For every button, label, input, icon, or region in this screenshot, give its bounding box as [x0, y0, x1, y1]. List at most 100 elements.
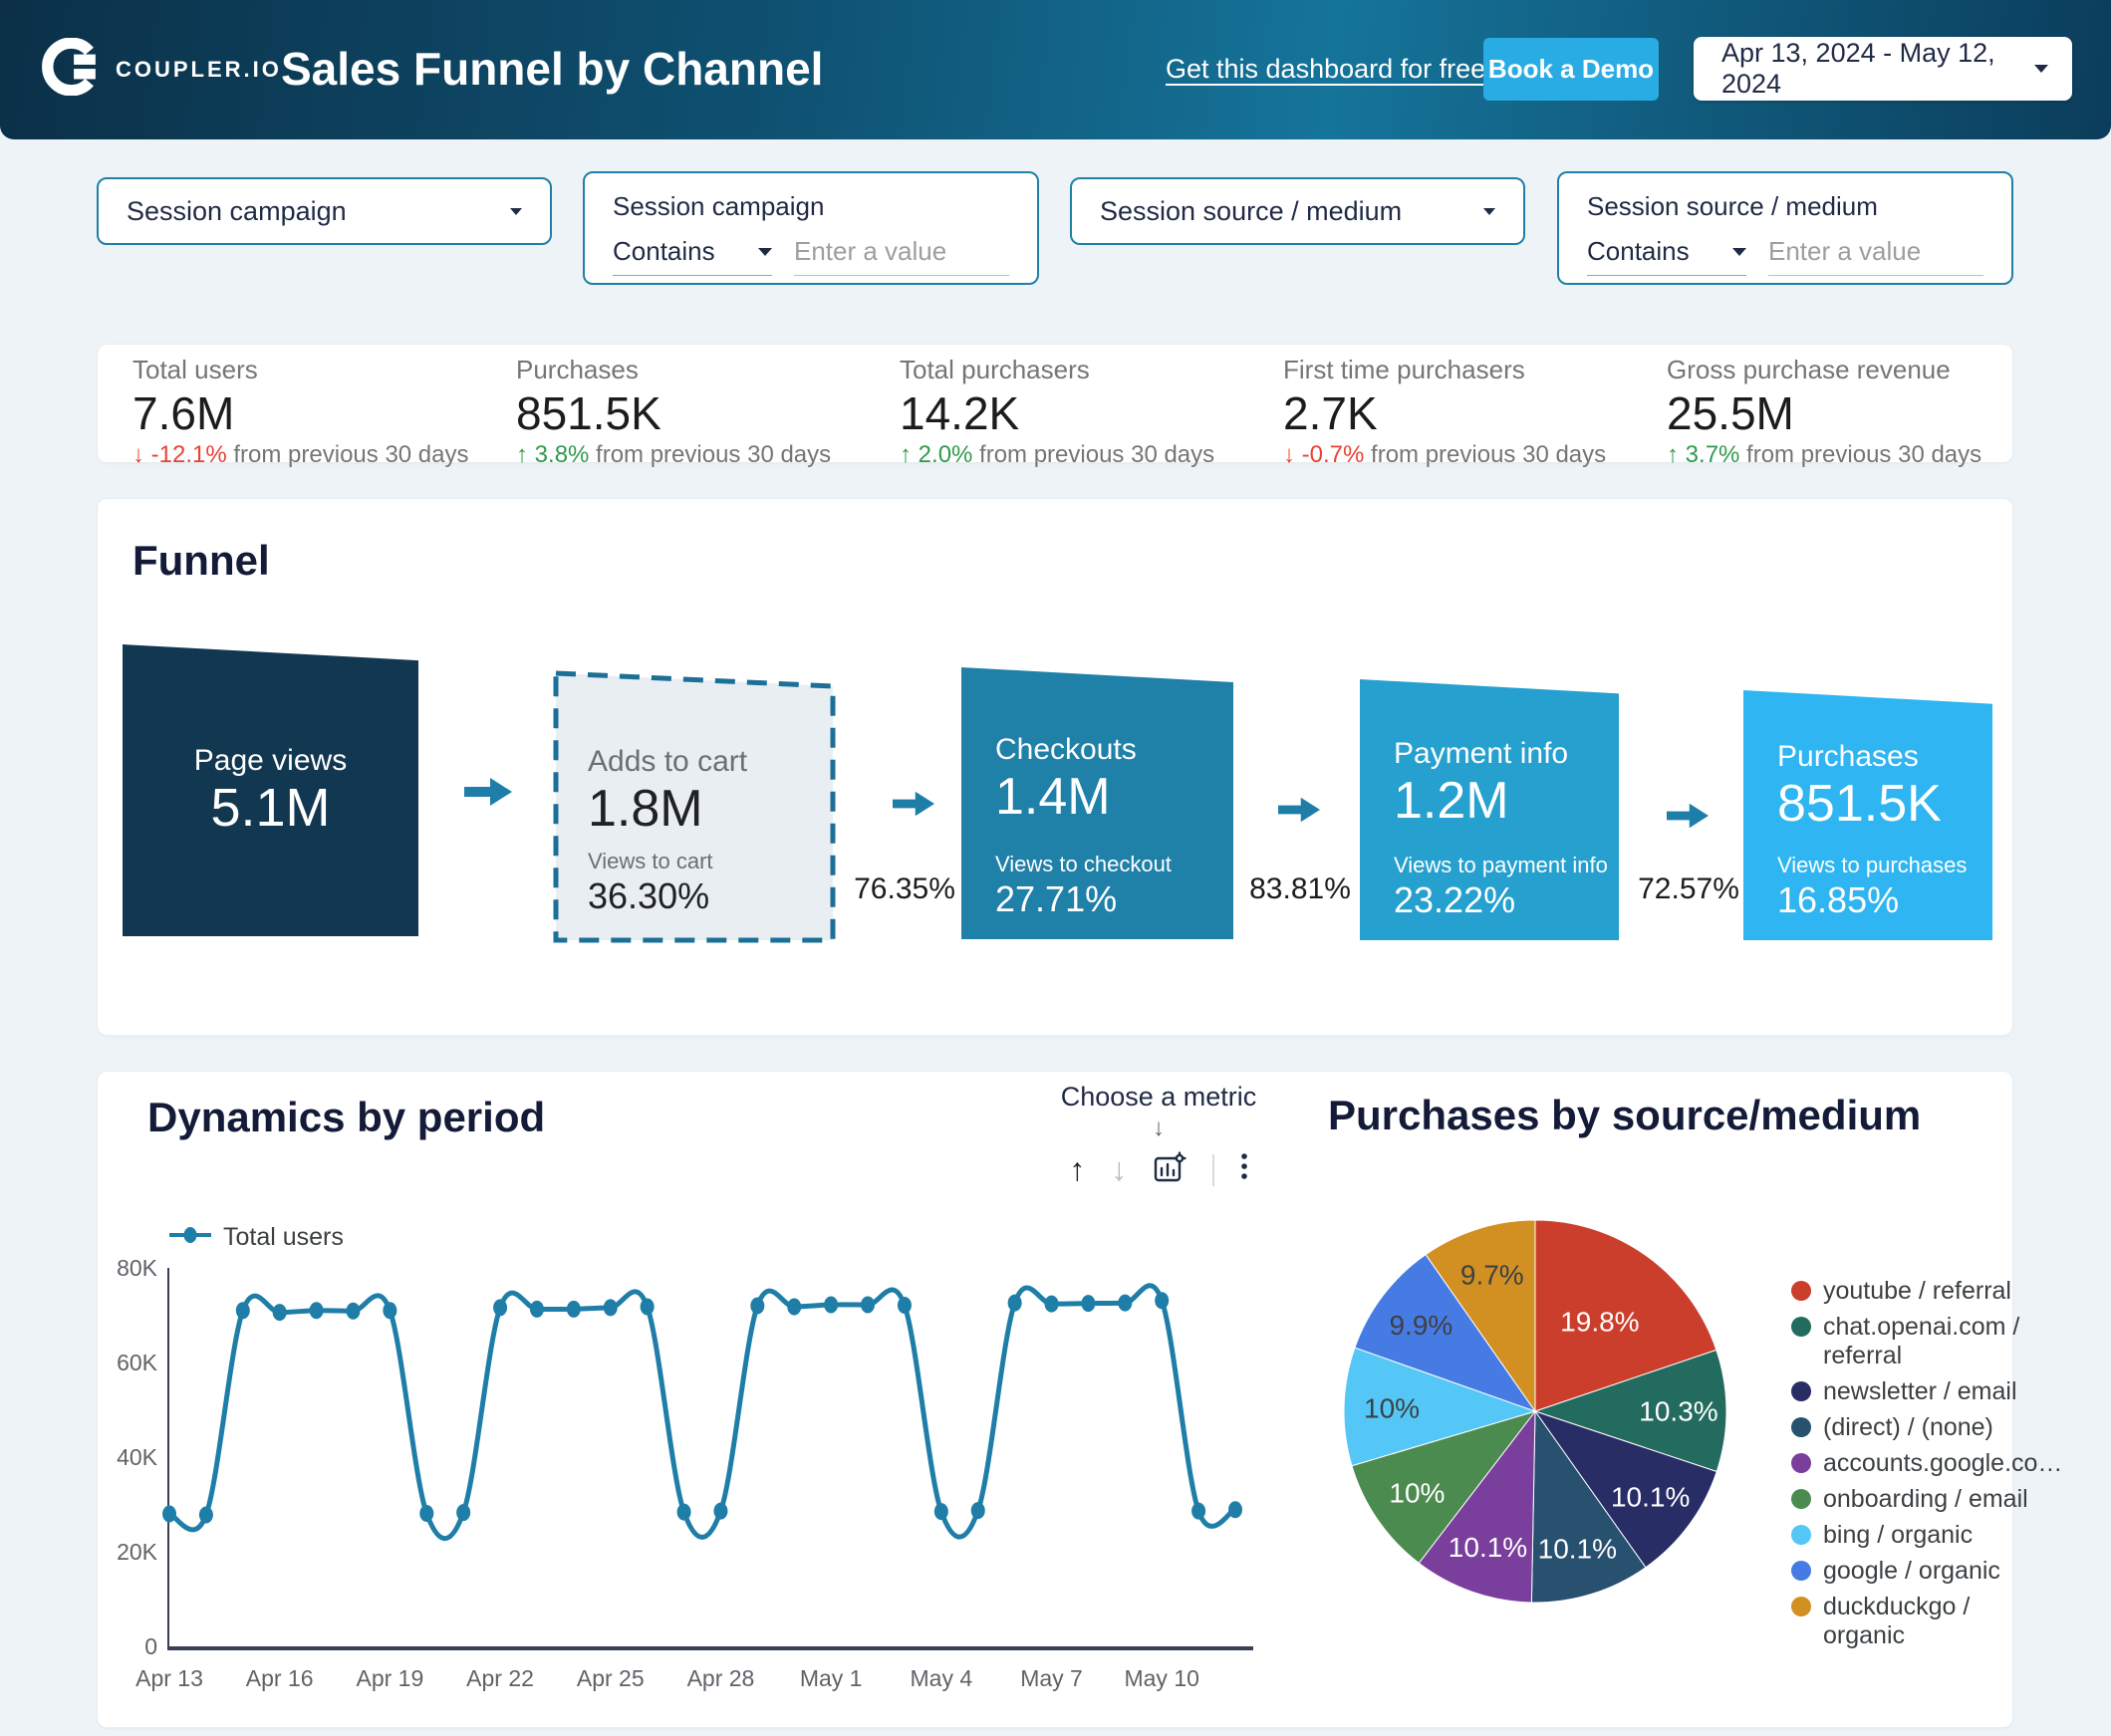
delta-arrow-icon: ↓ [132, 441, 144, 468]
svg-text:9.7%: 9.7% [1460, 1260, 1524, 1291]
legend-label: onboarding / email [1823, 1485, 2028, 1513]
kpi-value: 7.6M [132, 387, 235, 439]
dynamics-line-chart: 0 20K 40K 60K 80K Apr 13 Apr 16 Apr 19 Apr 22 Apr… [117, 1255, 1253, 1691]
funnel-step-payment-info[interactable]: Payment info 1.2M Views to payment info … [1360, 679, 1619, 940]
kpi-value: 2.7K [1283, 387, 1378, 439]
metric-toolbar: ↑ ↓ [1069, 1150, 1248, 1189]
svg-text:10%: 10% [1389, 1478, 1445, 1509]
svg-text:19.8%: 19.8% [1560, 1306, 1639, 1337]
legend-label: newsletter / email [1823, 1377, 2017, 1405]
step-ratio: Views to cart 36.30% [588, 849, 713, 916]
delta-arrow-icon: ↑ [1667, 441, 1679, 468]
funnel-section: Funnel Page views 5.1M Adds to cart 1.8M… [97, 498, 2013, 1036]
transition-rate: 76.35% [854, 872, 955, 905]
legend-item[interactable]: (direct) / (none) [1791, 1413, 2028, 1442]
legend-item[interactable]: onboarding / email [1791, 1485, 2028, 1514]
operator-value: Contains [613, 236, 715, 266]
funnel-step-purchases[interactable]: Purchases 851.5K Views to purchases 16.8… [1743, 690, 1992, 940]
funnel-step-checkouts[interactable]: Checkouts 1.4M Views to checkout 27.71% [961, 667, 1233, 939]
funnel-step-adds-to-cart[interactable]: Adds to cart 1.8M Views to cart 36.30% [552, 653, 837, 944]
svg-text:10.1%: 10.1% [1538, 1534, 1617, 1565]
kpi-delta: ↑ 3.7% from previous 30 days [1667, 441, 1982, 468]
kpi-delta: ↑ 3.8% from previous 30 days [516, 441, 832, 468]
book-demo-button[interactable]: Book a Demo [1483, 38, 1659, 101]
filter-value-input[interactable] [1768, 236, 1983, 276]
kpi-value: 14.2K [900, 387, 1020, 439]
page-title: Sales Funnel by Channel [281, 43, 824, 95]
sort-down-icon[interactable]: ↓ [1111, 1151, 1127, 1188]
legend-dot-icon [1791, 1597, 1811, 1616]
pie-title: Purchases by source/medium [1328, 1092, 1922, 1138]
filter-label: Session campaign [127, 195, 347, 226]
funnel-step-page-views[interactable]: Page views 5.1M [123, 644, 418, 936]
legend-dot-icon [1791, 1561, 1811, 1581]
dashboard-page: COUPLER.IO Sales Funnel by Channel Get t… [0, 0, 2111, 1736]
toolbar-divider [1212, 1153, 1214, 1186]
legend-dot-icon [1791, 1381, 1811, 1401]
kpi-label: Gross purchase revenue [1667, 355, 1951, 384]
sort-up-icon[interactable]: ↑ [1069, 1151, 1085, 1188]
filter-label: Session campaign [613, 191, 825, 221]
operator-value: Contains [1587, 236, 1690, 266]
svg-text:May 7: May 7 [1020, 1665, 1083, 1691]
kpi-scorecards: Total users 7.6M ↓ -12.1% from previous … [97, 344, 2013, 468]
legend-item[interactable]: accounts.google.co… [1791, 1449, 2062, 1478]
step-label: Checkouts [995, 733, 1137, 766]
date-range-value: Apr 13, 2024 - May 12, 2024 [1721, 38, 1995, 99]
funnel-arrow-icon [893, 790, 934, 818]
svg-text:9.9%: 9.9% [1389, 1310, 1452, 1341]
svg-text:Apr 16: Apr 16 [246, 1665, 314, 1691]
kpi-delta: ↓ -12.1% from previous 30 days [132, 441, 469, 468]
legend-dot-icon [1791, 1417, 1811, 1437]
svg-text:10.1%: 10.1% [1449, 1532, 1527, 1563]
kpi-delta: ↓ -0.7% from previous 30 days [1283, 441, 1607, 468]
legend-item[interactable]: newsletter / email [1791, 1377, 2028, 1406]
chart-settings-icon[interactable] [1153, 1150, 1187, 1189]
kpi-purchases: Purchases 851.5K ↑ 3.8% from previous 30… [516, 355, 885, 469]
step-label: Payment info [1394, 737, 1569, 770]
svg-text:40K: 40K [117, 1444, 158, 1470]
pie-legend: youtube / referral chat.openai.com / refe… [1791, 1277, 2062, 1650]
legend-label: (direct) / (none) [1823, 1413, 1993, 1441]
svg-text:10%: 10% [1364, 1392, 1420, 1423]
purchases-pie-chart: 19.8%10.3%10.1%10.1%10.1%10%10%9.9%9.7% [1343, 1219, 1727, 1604]
filter-label: Session source / medium [1100, 195, 1403, 226]
filter-value-input[interactable] [794, 236, 1009, 276]
legend-label: bing / organic [1823, 1521, 1974, 1549]
get-dashboard-link[interactable]: Get this dashboard for free [1166, 54, 1485, 85]
kpi-label: Total purchasers [900, 355, 1090, 384]
legend-item[interactable]: youtube / referral [1791, 1277, 2028, 1306]
delta-arrow-icon: ↑ [900, 441, 912, 468]
svg-text:May 4: May 4 [911, 1665, 973, 1691]
legend-dot-icon [1791, 1281, 1811, 1301]
filter-source-medium-select[interactable]: Session source / medium [1070, 177, 1525, 245]
filter-source-medium-contains: Session source / medium Contains [1557, 171, 2013, 285]
coupler-logo-icon [42, 37, 100, 101]
legend-label: youtube / referral [1823, 1277, 2011, 1305]
svg-text:Apr 28: Apr 28 [687, 1665, 755, 1691]
legend-item[interactable]: duckduckgo / organic [1791, 1593, 2028, 1650]
legend-item[interactable]: google / organic [1791, 1557, 2028, 1586]
funnel-arrow-icon [464, 778, 512, 806]
filter-session-campaign-select[interactable]: Session campaign [97, 177, 552, 245]
step-ratio: Views to purchases 16.85% [1777, 853, 1968, 920]
filter-session-campaign-contains: Session campaign Contains [583, 171, 1039, 285]
legend-dot-icon [1791, 1317, 1811, 1337]
step-ratio: Views to checkout 27.71% [995, 852, 1172, 919]
transition-rate: 83.81% [1249, 872, 1351, 905]
funnel-arrow-icon [1667, 802, 1709, 830]
kpi-gross-purchase-revenue: Gross purchase revenue 25.5M ↑ 3.7% from… [1667, 355, 2035, 469]
step-value: 1.8M [588, 780, 703, 838]
operator-dropdown[interactable]: Contains [1587, 236, 1746, 276]
legend-item[interactable]: chat.openai.com / referral [1791, 1313, 2028, 1370]
operator-dropdown[interactable]: Contains [613, 236, 772, 276]
transition-rate: 72.57% [1638, 872, 1739, 905]
legend-dot-icon [1791, 1489, 1811, 1509]
date-range-picker[interactable]: Apr 13, 2024 - May 12, 2024 [1694, 37, 2072, 101]
svg-text:Apr 13: Apr 13 [135, 1665, 203, 1691]
funnel-arrow-icon [1278, 796, 1320, 824]
step-value: 5.1M [210, 777, 331, 838]
more-options-icon[interactable] [1240, 1151, 1248, 1188]
kpi-total-purchasers: Total purchasers 14.2K ↑ 2.0% from previ… [900, 355, 1268, 469]
legend-item[interactable]: bing / organic [1791, 1521, 2028, 1550]
